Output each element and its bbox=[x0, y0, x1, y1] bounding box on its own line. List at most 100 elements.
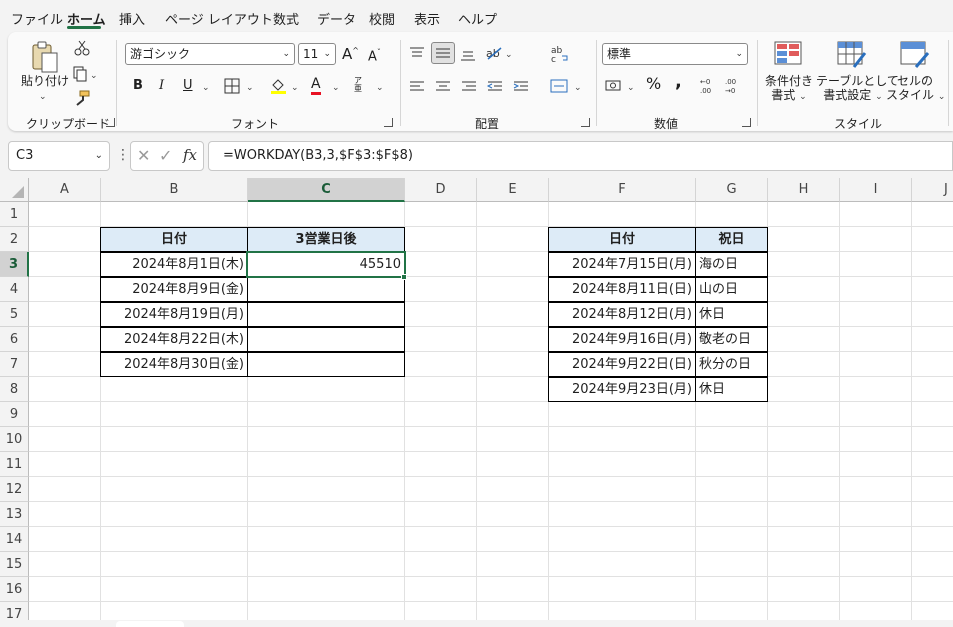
table1-result-cell[interactable] bbox=[247, 277, 405, 302]
table2-header-holiday[interactable]: 祝日 bbox=[695, 227, 768, 252]
menu-help[interactable]: ヘルプ bbox=[458, 9, 497, 28]
fill-handle[interactable] bbox=[401, 274, 407, 280]
column-header-f[interactable]: F bbox=[549, 178, 696, 202]
conditional-formatting-label-1[interactable]: 条件付き bbox=[764, 74, 814, 88]
column-header-h[interactable]: H bbox=[768, 178, 840, 202]
align-top-icon[interactable] bbox=[409, 46, 425, 60]
underline-icon[interactable]: U bbox=[183, 79, 193, 93]
row-header-1[interactable]: 1 bbox=[0, 202, 29, 227]
border-dropdown[interactable]: ⌄ bbox=[246, 81, 254, 95]
insert-function-icon[interactable]: fx bbox=[183, 146, 197, 164]
menu-review[interactable]: 校閲 bbox=[369, 9, 395, 28]
alignment-launcher-icon[interactable] bbox=[581, 118, 590, 127]
row-header-15[interactable]: 15 bbox=[0, 552, 29, 577]
row-header-7[interactable]: 7 bbox=[0, 352, 29, 377]
table2-holiday-cell[interactable]: 休日 bbox=[695, 377, 768, 402]
paste-dropdown[interactable]: ⌄ bbox=[39, 90, 47, 104]
menu-formulas[interactable]: 数式 bbox=[273, 9, 299, 28]
table2-holiday-cell[interactable]: 秋分の日 bbox=[695, 352, 768, 377]
font-launcher-icon[interactable] bbox=[384, 118, 393, 127]
column-header-j[interactable]: J bbox=[912, 178, 953, 202]
table1-header-result[interactable]: 3営業日後 bbox=[247, 227, 405, 252]
table2-header-date[interactable]: 日付 bbox=[548, 227, 696, 252]
column-header-b[interactable]: B bbox=[101, 178, 248, 202]
font-size-select[interactable]: 11 ⌄ bbox=[298, 43, 336, 65]
format-painter-icon[interactable] bbox=[74, 90, 90, 106]
row-header-5[interactable]: 5 bbox=[0, 302, 29, 327]
row-header-11[interactable]: 11 bbox=[0, 452, 29, 477]
column-header-a[interactable]: A bbox=[29, 178, 101, 202]
column-header-e[interactable]: E bbox=[477, 178, 549, 202]
format-as-table-icon[interactable] bbox=[837, 41, 867, 69]
table2-date-cell[interactable]: 2024年9月23日(月) bbox=[548, 377, 696, 402]
name-box[interactable]: C3 ⌄ bbox=[8, 141, 110, 171]
row-header-2[interactable]: 2 bbox=[0, 227, 29, 252]
cancel-icon[interactable]: ✕ bbox=[137, 146, 150, 165]
table1-date-cell[interactable]: 2024年8月30日(金) bbox=[100, 352, 248, 377]
italic-icon[interactable]: I bbox=[159, 79, 164, 93]
underline-dropdown[interactable]: ⌄ bbox=[202, 81, 210, 95]
table2-date-cell[interactable]: 2024年9月22日(日) bbox=[548, 352, 696, 377]
table2-holiday-cell[interactable]: 山の日 bbox=[695, 277, 768, 302]
wrap-text-icon[interactable]: abc bbox=[550, 44, 570, 64]
copy-icon[interactable]: ⌄ bbox=[72, 66, 98, 82]
row-header-8[interactable]: 8 bbox=[0, 377, 29, 402]
more-options-icon[interactable]: ⋮ bbox=[116, 147, 130, 163]
worksheet[interactable]: A B C D E F G H I J 1 2 3 4 5 6 7 8 9 10… bbox=[0, 178, 953, 627]
table2-holiday-cell[interactable]: 敬老の日 bbox=[695, 327, 768, 352]
column-header-g[interactable]: G bbox=[696, 178, 768, 202]
sheet-tab-active[interactable] bbox=[116, 621, 184, 627]
conditional-formatting-label-2[interactable]: 書式 ⌄ bbox=[764, 88, 814, 104]
cell-styles-label-2[interactable]: スタイル ⌄ bbox=[886, 88, 945, 104]
menu-data[interactable]: データ bbox=[317, 9, 356, 28]
table1-date-cell[interactable]: 2024年8月9日(金) bbox=[100, 277, 248, 302]
table2-holiday-cell[interactable]: 海の日 bbox=[695, 252, 768, 277]
clipboard-launcher-icon[interactable] bbox=[106, 118, 115, 127]
table2-date-cell[interactable]: 2024年9月16日(月) bbox=[548, 327, 696, 352]
accounting-format-icon[interactable]: ⌄ bbox=[605, 78, 639, 94]
row-header-14[interactable]: 14 bbox=[0, 527, 29, 552]
row-header-10[interactable]: 10 bbox=[0, 427, 29, 452]
format-as-table-label-2[interactable]: 書式設定 ⌄ bbox=[816, 88, 890, 104]
paste-icon[interactable] bbox=[30, 40, 60, 74]
comma-style-icon[interactable]: , bbox=[675, 73, 682, 91]
row-header-3[interactable]: 3 bbox=[0, 252, 29, 277]
number-format-select[interactable]: 標準 ⌄ bbox=[602, 43, 748, 65]
merge-center-icon[interactable]: ⌄ bbox=[550, 78, 584, 94]
font-name-select[interactable]: 游ゴシック ⌄ bbox=[125, 43, 295, 65]
table1-result-cell[interactable] bbox=[247, 352, 405, 377]
menu-page-layout[interactable]: ページ レイアウト bbox=[165, 9, 273, 28]
column-header-d[interactable]: D bbox=[405, 178, 477, 202]
table2-holiday-cell[interactable]: 休日 bbox=[695, 302, 768, 327]
bold-icon[interactable]: B bbox=[133, 79, 143, 93]
align-middle-button[interactable] bbox=[431, 42, 455, 64]
border-icon[interactable] bbox=[224, 78, 240, 94]
enter-icon[interactable]: ✓ bbox=[159, 146, 172, 165]
cell-styles-label-1[interactable]: セルの bbox=[890, 74, 940, 88]
column-header-c[interactable]: C bbox=[248, 178, 405, 202]
horizontal-align-icons[interactable] bbox=[409, 80, 529, 94]
cut-icon[interactable] bbox=[74, 40, 90, 56]
format-as-table-label-1[interactable]: テーブルとして bbox=[816, 74, 899, 88]
font-color-icon[interactable]: A bbox=[311, 76, 321, 95]
table2-date-cell[interactable]: 2024年7月15日(月) bbox=[548, 252, 696, 277]
table1-result-cell[interactable] bbox=[247, 302, 405, 327]
cell-styles-icon[interactable] bbox=[900, 41, 930, 69]
menu-file[interactable]: ファイル bbox=[11, 9, 63, 28]
number-launcher-icon[interactable] bbox=[742, 118, 751, 127]
phonetic-dropdown[interactable]: ⌄ bbox=[376, 81, 384, 95]
row-header-16[interactable]: 16 bbox=[0, 577, 29, 602]
table1-date-cell[interactable]: 2024年8月1日(木) bbox=[100, 252, 248, 277]
orientation-icon[interactable]: ab ⌄ bbox=[485, 44, 515, 62]
fill-color-dropdown[interactable]: ⌄ bbox=[291, 81, 299, 95]
row-header-9[interactable]: 9 bbox=[0, 402, 29, 427]
grow-font-icon[interactable]: A^ bbox=[342, 44, 359, 62]
menu-view[interactable]: 表示 bbox=[414, 9, 440, 28]
row-header-6[interactable]: 6 bbox=[0, 327, 29, 352]
fill-color-icon[interactable] bbox=[270, 77, 288, 95]
table1-date-cell[interactable]: 2024年8月22日(木) bbox=[100, 327, 248, 352]
table2-date-cell[interactable]: 2024年8月12日(月) bbox=[548, 302, 696, 327]
select-all-corner[interactable] bbox=[0, 178, 29, 202]
phonetic-icon[interactable]: ア亜 bbox=[354, 77, 362, 93]
table1-header-date[interactable]: 日付 bbox=[100, 227, 248, 252]
